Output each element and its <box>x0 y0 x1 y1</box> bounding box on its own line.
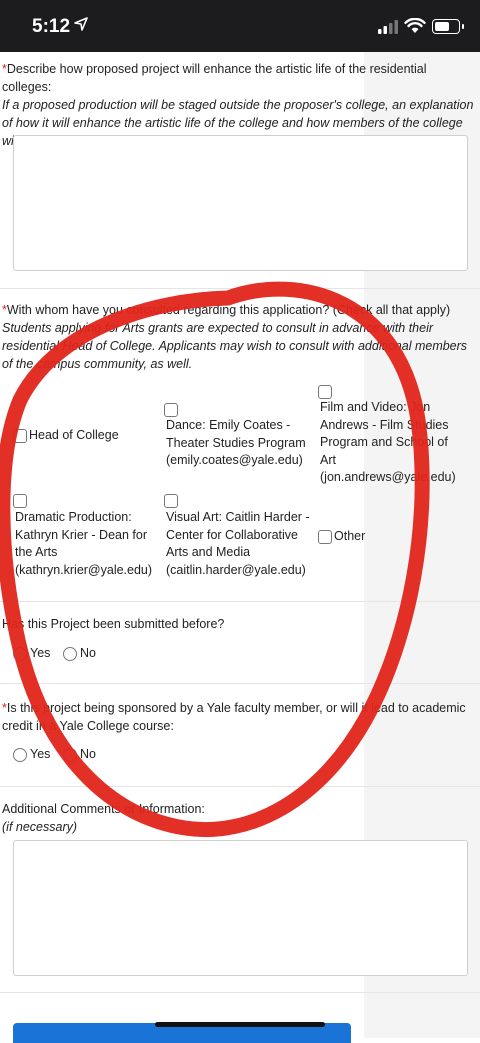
divider <box>0 992 480 993</box>
radio-submitted-no-label: No <box>80 646 96 660</box>
divider <box>0 683 480 684</box>
home-indicator <box>155 1022 325 1027</box>
radio-sponsored-no-label: No <box>80 747 96 761</box>
battery-icon <box>432 19 464 34</box>
checkbox-dance[interactable] <box>164 403 178 417</box>
option-film-video-label: Film and Video: Jon Andrews - Film Studi… <box>320 400 456 484</box>
radio-submitted-yes-label: Yes <box>30 646 51 660</box>
question-comments: Additional Comments or Information: (if … <box>2 800 478 836</box>
divider <box>0 288 480 289</box>
wifi-icon <box>404 18 426 33</box>
status-bar: 5:12 <box>0 0 480 52</box>
question-sponsored-label: Is this project being sponsored by a Yal… <box>2 701 466 733</box>
location-arrow-icon <box>74 17 88 31</box>
cellular-signal-icon <box>378 20 398 34</box>
option-other-label: Other <box>334 529 366 543</box>
divider <box>0 601 480 602</box>
checkbox-visual-art[interactable] <box>164 494 178 508</box>
option-visual-art-label: Visual Art: Caitlin Harder - Center for … <box>166 510 310 577</box>
radio-sponsored-yes[interactable] <box>13 748 27 762</box>
question-submitted-label: Has this Project been submitted before? <box>2 617 225 631</box>
status-time: 5:12 <box>32 16 71 37</box>
question-consulted-hint: Students applying for Arts grants are ex… <box>2 321 468 371</box>
checkbox-film-video[interactable] <box>318 385 332 399</box>
application-form: *Describe how proposed project will enha… <box>0 52 480 1038</box>
enhance-textarea[interactable] <box>13 135 468 271</box>
question-comments-label: Additional Comments or Information: <box>2 802 205 816</box>
question-submitted: Has this Project been submitted before? <box>2 615 478 633</box>
radio-sponsored-no[interactable] <box>63 748 77 762</box>
question-consulted: *With whom have you consulted regarding … <box>2 301 478 373</box>
question-enhance-label: Describe how proposed project will enhan… <box>2 62 427 94</box>
divider <box>0 786 480 787</box>
radio-sponsored-yes-label: Yes <box>30 747 51 761</box>
radio-submitted-no[interactable] <box>63 647 77 661</box>
option-head-of-college-label: Head of College <box>29 428 119 442</box>
checkbox-head-of-college[interactable] <box>13 429 27 443</box>
radio-submitted-yes[interactable] <box>13 647 27 661</box>
checkbox-dramatic-production[interactable] <box>13 494 27 508</box>
comments-textarea[interactable] <box>13 840 468 976</box>
option-dramatic-production-label: Dramatic Production: Kathryn Krier - Dea… <box>15 510 153 577</box>
question-comments-hint: (if necessary) <box>2 820 78 834</box>
checkbox-other[interactable] <box>318 530 332 544</box>
question-consulted-label: With whom have you consulted regarding t… <box>6 303 451 317</box>
question-sponsored: *Is this project being sponsored by a Ya… <box>2 699 478 735</box>
option-dance-label: Dance: Emily Coates - Theater Studies Pr… <box>166 418 306 467</box>
